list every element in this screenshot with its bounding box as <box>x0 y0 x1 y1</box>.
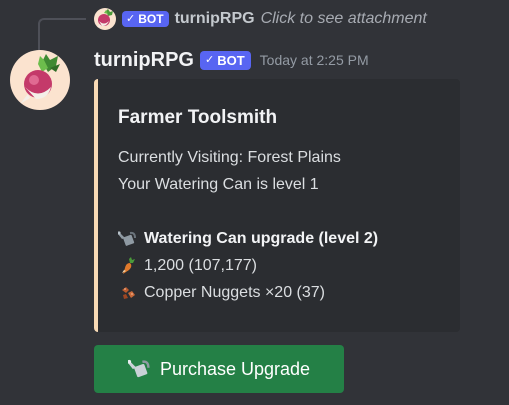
message-header: turnipRPG ✓ BOT Today at 2:25 PM <box>94 46 369 74</box>
turnip-coin-icon <box>118 257 138 275</box>
watering-can-icon <box>118 230 138 248</box>
bot-badge-label: BOT <box>217 52 245 68</box>
message-timestamp[interactable]: Today at 2:25 PM <box>260 52 369 68</box>
purchase-upgrade-button[interactable]: Purchase Upgrade <box>94 345 344 393</box>
embed-upgrade-title: Watering Can upgrade (level 2) <box>144 230 379 247</box>
copper-nugget-icon <box>118 284 138 302</box>
embed-visiting-text: Currently Visiting: Forest Plains <box>118 149 341 166</box>
verified-check-icon: ✓ <box>126 12 136 25</box>
message-embed: Farmer Toolsmith Currently Visiting: For… <box>94 79 460 332</box>
message-username[interactable]: turnipRPG <box>94 49 194 72</box>
embed-material-value: Copper Nuggets ×20 (37) <box>144 284 325 301</box>
embed-material-line: Copper Nuggets ×20 (37) <box>118 284 325 302</box>
verified-check-icon: ✓ <box>205 53 215 66</box>
embed-tool-level-text: Your Watering Can is level 1 <box>118 176 319 193</box>
watering-can-icon <box>127 358 152 380</box>
bot-badge-label: BOT <box>138 11 164 26</box>
embed-title: Farmer Toolsmith <box>118 107 278 128</box>
bot-badge: ✓ BOT <box>122 11 169 27</box>
reply-attachment-link[interactable]: Click to see attachment <box>261 10 427 28</box>
user-avatar[interactable] <box>10 50 70 110</box>
embed-cost-value: 1,200 (107,177) <box>144 257 257 274</box>
reply-preview[interactable]: ✓ BOT turnipRPG Click to see attachment <box>94 7 427 31</box>
embed-upgrade-line: Watering Can upgrade (level 2) <box>118 230 378 248</box>
discord-message: ✓ BOT turnipRPG Click to see attachment … <box>0 0 509 405</box>
reply-username[interactable]: turnipRPG <box>175 10 255 28</box>
purchase-upgrade-label: Purchase Upgrade <box>159 358 311 379</box>
turnip-avatar-icon <box>94 8 116 30</box>
turnip-icon <box>20 54 60 104</box>
bot-badge: ✓ BOT <box>200 50 251 70</box>
embed-cost-line: 1,200 (107,177) <box>118 257 257 275</box>
